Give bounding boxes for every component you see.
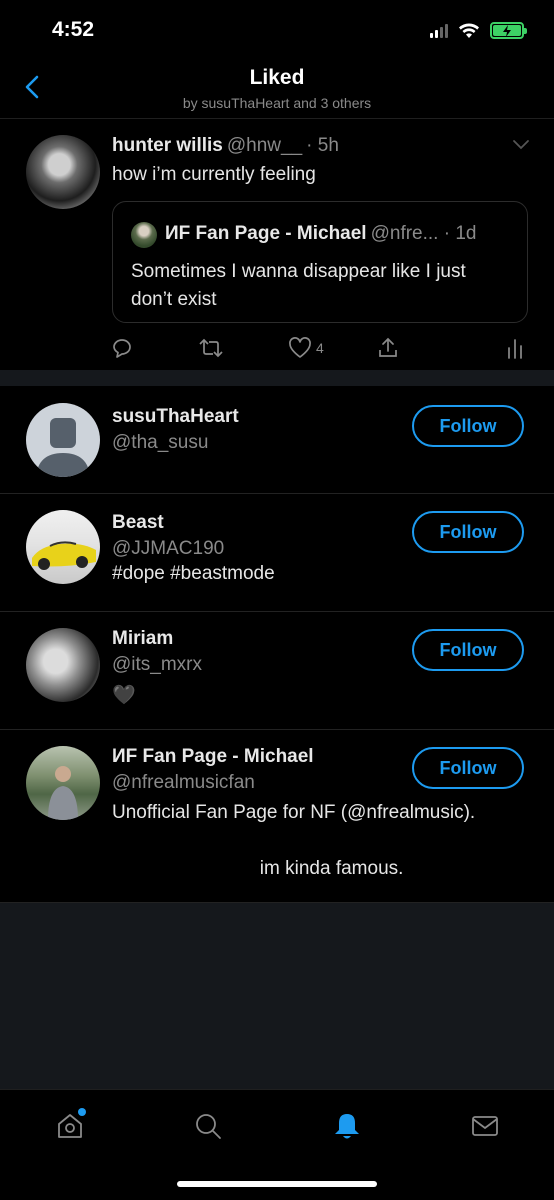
tab-messages[interactable] — [465, 1106, 505, 1146]
header: Liked by susuThaHeart and 3 others — [0, 58, 554, 118]
chevron-down-icon[interactable] — [512, 139, 530, 151]
quoted-tweet-author-name: ИF Fan Page - Michael — [165, 223, 367, 244]
status-time: 4:52 — [52, 18, 95, 41]
retweet-icon — [199, 338, 223, 358]
follow-button[interactable]: Follow — [412, 747, 524, 789]
user-row-miriam[interactable]: Miriam @its_mxrx 🖤 Follow — [0, 612, 554, 730]
user-bio: 🖤 — [112, 685, 136, 706]
user-handle: @nfrealmusicfan — [112, 772, 255, 793]
tweet-author-handle: @hnw__ — [226, 135, 303, 156]
user-name[interactable]: ИF Fan Page - Michael — [112, 746, 314, 768]
like-count: 4 — [316, 340, 324, 356]
heart-icon — [289, 337, 311, 358]
user-avatar[interactable] — [26, 510, 100, 584]
user-handle: @JJMAC190 — [112, 538, 225, 559]
user-avatar[interactable] — [26, 746, 100, 820]
wifi-icon — [459, 23, 479, 38]
analytics-button[interactable] — [506, 333, 524, 363]
empty-list-area — [0, 903, 554, 1089]
user-avatar[interactable] — [26, 628, 100, 702]
new-content-dot — [78, 1108, 86, 1116]
user-name[interactable]: Miriam — [112, 628, 173, 650]
tweet-author-name[interactable]: hunter willis — [112, 135, 223, 156]
reply-icon — [113, 339, 131, 358]
tweet[interactable]: hunter willis @hnw__ · 5h how i’m currentl… — [0, 118, 554, 370]
like-button[interactable]: 4 — [288, 333, 324, 363]
section-separator — [0, 370, 554, 386]
cellular-signal-icon — [430, 23, 448, 38]
follow-button[interactable]: Follow — [412, 511, 524, 553]
analytics-icon — [508, 339, 522, 359]
tab-notifications[interactable] — [327, 1106, 367, 1146]
tweet-author-avatar[interactable] — [26, 135, 100, 209]
status-icons — [430, 22, 527, 39]
user-handle: @its_mxrx — [112, 654, 203, 675]
tab-search[interactable] — [188, 1106, 228, 1146]
page-subtitle: by susuThaHeart and 3 others — [182, 95, 372, 111]
status-bar: 4:52 — [0, 0, 554, 58]
tweet-author-line: hunter willis @hnw__ · 5h — [112, 135, 339, 157]
user-name[interactable]: susuThaHeart — [112, 406, 239, 428]
quoted-tweet-handle: @nfre... · 1d — [370, 223, 477, 244]
share-button[interactable] — [376, 333, 400, 363]
reply-button[interactable] — [110, 333, 134, 363]
user-row-susuthaheart[interactable]: susuThaHeart @tha_susu Follow — [0, 386, 554, 494]
user-row-nf-fan-page[interactable]: ИF Fan Page - Michael @nfrealmusicfan Un… — [0, 730, 554, 903]
user-bio: #dope #beastmode — [112, 563, 275, 584]
home-indicator[interactable] — [177, 1181, 377, 1187]
quoted-tweet[interactable]: ИF Fan Page - Michael @nfre... · 1d Somet… — [112, 201, 528, 323]
quoted-tweet-text: Sometimes I wanna disappear like I just … — [131, 261, 466, 310]
retweet-button[interactable] — [198, 333, 224, 363]
messages-icon — [472, 1116, 498, 1136]
page-title: Liked — [249, 66, 305, 89]
tweet-time: · 5h — [306, 135, 339, 156]
user-name[interactable]: Beast — [112, 512, 164, 534]
notifications-icon — [335, 1114, 359, 1139]
tweet-actions: 4 — [110, 333, 530, 363]
follow-button[interactable]: Follow — [412, 629, 524, 671]
quoted-tweet-author-line: ИF Fan Page - Michael @nfre... · 1d — [165, 223, 476, 245]
user-handle: @tha_susu — [112, 432, 209, 453]
quoted-tweet-avatar — [131, 222, 157, 248]
tab-home[interactable] — [50, 1106, 90, 1146]
user-bio: Unofficial Fan Page for NF (@nfrealmusic… — [112, 802, 476, 879]
search-icon — [196, 1114, 221, 1139]
tweet-text: how i’m currently feeling — [112, 164, 316, 185]
follow-button[interactable]: Follow — [412, 405, 524, 447]
battery-icon — [490, 22, 527, 39]
share-icon — [379, 337, 397, 357]
user-row-beast[interactable]: Beast @JJMAC190 #dope #beastmode Follow — [0, 494, 554, 612]
default-avatar-icon[interactable] — [26, 403, 100, 477]
